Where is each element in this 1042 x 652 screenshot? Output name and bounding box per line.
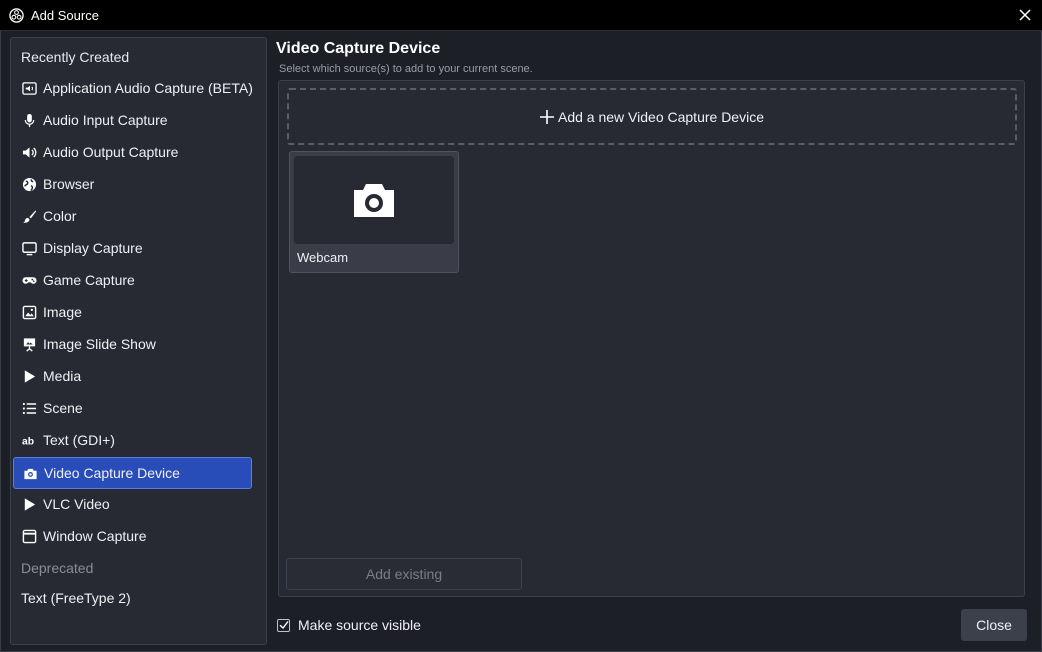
- slideshow-icon: [21, 336, 37, 352]
- sidebar-item-label: Audio Input Capture: [43, 112, 168, 128]
- sidebar-item-game-capture[interactable]: Game Capture: [13, 265, 253, 295]
- sidebar-item-label: Audio Output Capture: [43, 144, 179, 160]
- monitor-icon: [21, 240, 37, 256]
- text-icon: ab: [21, 432, 37, 448]
- sidebar-item-label: Scene: [43, 400, 83, 416]
- camera-icon: [22, 465, 38, 481]
- plus-icon: [540, 109, 554, 124]
- sidebar-item-label: Browser: [43, 176, 95, 192]
- microphone-icon: [21, 112, 37, 128]
- sidebar-item-label: Text (GDI+): [43, 432, 115, 448]
- obs-logo-icon: [9, 8, 24, 23]
- sidebar-item-video-capture-device[interactable]: Video Capture Device: [13, 457, 252, 489]
- brush-icon: [21, 208, 37, 224]
- play-icon: [21, 368, 37, 384]
- deprecated-heading: Deprecated: [21, 560, 94, 576]
- sidebar-item-scene[interactable]: Scene: [13, 393, 253, 423]
- window-title: Add Source: [31, 8, 99, 23]
- window-icon: [21, 528, 37, 544]
- sidebar-item-label: Text (FreeType 2): [21, 590, 131, 606]
- page-title: Video Capture Device: [276, 40, 441, 57]
- sidebar-item-text-gdi[interactable]: ab Text (GDI+): [13, 425, 253, 455]
- sidebar-item-vlc-video[interactable]: VLC Video: [13, 489, 253, 519]
- source-type-list: Recently Created Application Audio Captu…: [10, 37, 267, 645]
- sidebar-item-text-freetype2[interactable]: Text (FreeType 2): [13, 583, 253, 613]
- sidebar-item-image-slide-show[interactable]: Image Slide Show: [13, 329, 253, 359]
- source-card-label: Webcam: [297, 250, 349, 265]
- add-new-source-button[interactable]: Add a new Video Capture Device: [287, 88, 1017, 145]
- sidebar-item-browser[interactable]: Browser: [13, 169, 253, 199]
- sidebar-item-label: Game Capture: [43, 272, 135, 288]
- globe-icon: [21, 176, 37, 192]
- sidebar-item-window-capture[interactable]: Window Capture: [13, 521, 253, 551]
- sidebar-item-application-audio-capture[interactable]: Application Audio Capture (BETA): [13, 73, 253, 103]
- gamepad-icon: [21, 272, 37, 288]
- sidebar-item-audio-input-capture[interactable]: Audio Input Capture: [13, 105, 253, 135]
- sidebar-item-audio-output-capture[interactable]: Audio Output Capture: [13, 137, 253, 167]
- sidebar-item-label: Media: [43, 368, 82, 384]
- add-new-label: Add a new Video Capture Device: [558, 108, 764, 125]
- recently-created-heading: Recently Created: [21, 49, 130, 65]
- svg-text:ab: ab: [22, 436, 34, 447]
- make-source-visible-checkbox[interactable]: Make source visible: [277, 617, 421, 633]
- close-button[interactable]: Close: [961, 609, 1027, 641]
- sidebar-item-label: Display Capture: [43, 240, 143, 256]
- sidebar-item-media[interactable]: Media: [13, 361, 253, 391]
- camera-icon: [354, 184, 394, 217]
- image-icon: [21, 304, 37, 320]
- existing-source-card[interactable]: Webcam: [289, 151, 459, 273]
- add-existing-button[interactable]: Add existing: [286, 558, 522, 590]
- sidebar-item-image[interactable]: Image: [13, 297, 253, 327]
- sidebar-item-label: Image: [43, 304, 82, 320]
- list-icon: [21, 400, 37, 416]
- title-bar: Add Source: [0, 0, 1042, 31]
- app-audio-icon: [21, 80, 37, 96]
- sidebar-item-display-capture[interactable]: Display Capture: [13, 233, 253, 263]
- sidebar-item-label: Image Slide Show: [43, 336, 156, 352]
- sidebar-item-color[interactable]: Color: [13, 201, 253, 231]
- sidebar-item-label: VLC Video: [43, 496, 110, 512]
- make-source-visible-label: Make source visible: [298, 617, 421, 633]
- page-subtitle: Select which source(s) to add to your cu…: [279, 63, 533, 75]
- sidebar-item-label: Color: [43, 208, 77, 224]
- close-window-icon[interactable]: [1018, 8, 1032, 22]
- speaker-icon: [21, 144, 37, 160]
- checkmark-icon: [279, 621, 289, 630]
- sidebar-item-label: Application Audio Capture (BETA): [43, 80, 253, 96]
- sources-panel: Add a new Video Capture Device Webcam Ad…: [278, 80, 1025, 597]
- checkbox-box[interactable]: [277, 618, 290, 632]
- sidebar-item-label: Window Capture: [43, 528, 147, 544]
- sidebar-item-label: Video Capture Device: [44, 465, 180, 481]
- source-thumbnail: [294, 156, 454, 244]
- play-icon: [21, 496, 37, 512]
